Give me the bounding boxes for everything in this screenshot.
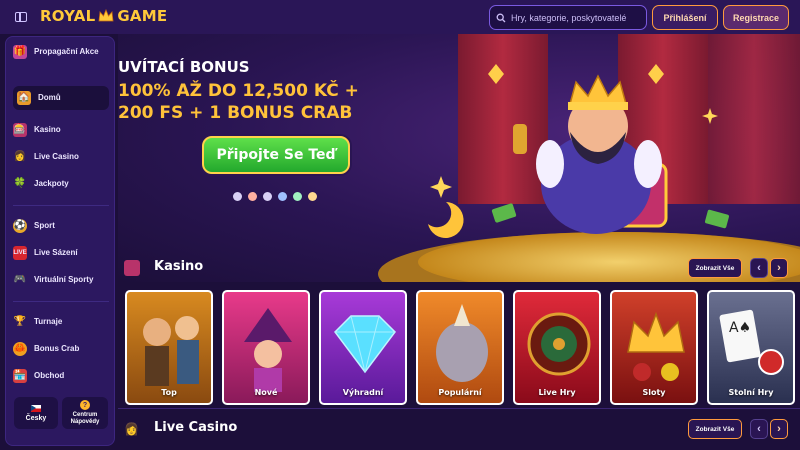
- payment-icon: [248, 192, 257, 201]
- casino-category-cards: Top Nové Výhradní Populární Live Hry Slo…: [125, 290, 800, 406]
- sidebar-item-label: Bonus Crab: [34, 344, 80, 353]
- bonus-title: UVÍTACÍ BONUS: [118, 58, 250, 76]
- sidebar-item-label: Jackpoty: [34, 179, 69, 188]
- payment-icon: [293, 192, 302, 201]
- sidebar-item-label: Domů: [38, 93, 61, 102]
- prev-arrow-button[interactable]: ‹: [750, 419, 768, 439]
- language-selector[interactable]: Česky: [14, 397, 58, 429]
- card-label: Sloty: [642, 388, 666, 397]
- bonus-offer-line-2: 200 FS + 1 BONUS CRAB: [118, 103, 353, 123]
- search-icon: [496, 13, 506, 22]
- card-label: Populární: [438, 388, 482, 397]
- card-label: Nové: [254, 388, 278, 397]
- czech-flag-icon: [31, 404, 41, 412]
- help-icon: ?: [80, 400, 90, 410]
- chevron-left-icon: ‹: [757, 423, 761, 435]
- slot-machine-icon: 🎰: [13, 123, 27, 137]
- dealer-icon: 👩: [124, 422, 139, 436]
- register-button[interactable]: Registrace: [723, 5, 789, 30]
- card-label: Výhradní: [342, 388, 384, 397]
- category-card-live-games[interactable]: Live Hry: [513, 290, 601, 405]
- payment-icon: [263, 192, 272, 201]
- category-card-top[interactable]: Top: [125, 290, 213, 405]
- category-card-exclusive[interactable]: Výhradní: [319, 290, 407, 405]
- sidebar-item-jackpots[interactable]: 🍀 Jackpoty: [13, 177, 109, 191]
- category-card-table-games[interactable]: A♠ Stolní Hry: [707, 290, 795, 405]
- svg-text:A♠: A♠: [729, 320, 751, 336]
- payment-icon: [278, 192, 287, 201]
- show-all-button[interactable]: Zobrazit Vše: [688, 419, 742, 439]
- sidebar-item-label: Virtuální Sporty: [34, 275, 94, 284]
- sidebar-item-sport[interactable]: ⚽ Sport: [13, 219, 109, 233]
- sidebar-toggle-icon[interactable]: [12, 8, 30, 26]
- next-arrow-button[interactable]: ›: [770, 419, 788, 439]
- card-label: Stolní Hry: [728, 388, 774, 397]
- sidebar: 🎁 Propagační Akce 🏠 Domů 🎰 Kasino 👩 Live…: [5, 36, 115, 446]
- sidebar-item-casino[interactable]: 🎰 Kasino: [13, 123, 109, 137]
- card-label: Top: [161, 388, 177, 397]
- chevron-right-icon: ›: [777, 262, 781, 274]
- shop-icon: 🏪: [13, 369, 27, 383]
- logo-text-right: GAME: [117, 7, 168, 25]
- sidebar-item-label: Live Casino: [34, 152, 79, 161]
- chevron-right-icon: ›: [777, 423, 781, 435]
- top-bar: ROYAL GAME Přihlášení Registrace: [0, 0, 800, 34]
- sidebar-item-live-casino[interactable]: 👩 Live Casino: [13, 150, 109, 164]
- sidebar-divider: [13, 301, 109, 302]
- language-label: Česky: [25, 414, 47, 422]
- sidebar-item-shop[interactable]: 🏪 Obchod: [13, 369, 109, 383]
- crown-icon: [98, 9, 114, 22]
- category-card-popular[interactable]: Populární: [416, 290, 504, 405]
- help-center-button[interactable]: ? Centrum Nápovědy: [62, 397, 108, 429]
- sidebar-item-tournaments[interactable]: 🏆 Turnaje: [13, 315, 109, 329]
- logo[interactable]: ROYAL GAME: [40, 7, 167, 25]
- sidebar-item-virtual-sports[interactable]: 🎮 Virtuální Sporty: [13, 273, 109, 287]
- sidebar-divider: [13, 205, 109, 206]
- sidebar-item-label: Kasino: [34, 125, 61, 134]
- join-now-button[interactable]: Připojte Se Teď: [202, 136, 350, 174]
- chevron-left-icon: ‹: [757, 262, 761, 274]
- sidebar-item-label: Sport: [34, 221, 55, 230]
- login-button[interactable]: Přihlášení: [652, 5, 718, 30]
- hero-banner: UVÍTACÍ BONUS 100% AŽ DO 12,500 KČ + 200…: [118, 34, 800, 282]
- search-box[interactable]: [489, 5, 647, 30]
- payment-methods: [233, 192, 317, 201]
- sidebar-item-label: Obchod: [34, 371, 65, 380]
- sidebar-item-label: Live Sázení: [34, 248, 78, 257]
- payment-icon: [233, 192, 242, 201]
- slot-machine-icon: [124, 260, 140, 276]
- category-card-slots[interactable]: Sloty: [610, 290, 698, 405]
- show-all-button[interactable]: Zobrazit Vše: [688, 258, 742, 278]
- home-icon: 🏠: [17, 91, 31, 105]
- section-title: Live Casino: [154, 420, 238, 435]
- category-card-new[interactable]: Nové: [222, 290, 310, 405]
- clover-icon: 🍀: [13, 178, 27, 189]
- sidebar-item-promotions[interactable]: 🎁 Propagační Akce: [13, 45, 109, 59]
- trophy-icon: 🏆: [13, 316, 27, 327]
- payment-icon: [308, 192, 317, 201]
- help-label: Centrum Nápovědy: [70, 412, 100, 425]
- crab-icon: 🦀: [13, 342, 27, 356]
- bonus-offer-line-1: 100% AŽ DO 12,500 KČ +: [118, 81, 359, 101]
- sidebar-item-bonus-crab[interactable]: 🦀 Bonus Crab: [13, 342, 109, 356]
- sidebar-item-label: Propagační Akce: [34, 47, 99, 56]
- prev-arrow-button[interactable]: ‹: [750, 258, 768, 278]
- search-input[interactable]: [511, 12, 636, 23]
- section-divider: [118, 408, 800, 409]
- live-casino-section-header: 👩 Live Casino Zobrazit Vše ‹ ›: [118, 417, 800, 441]
- section-title: Kasino: [154, 259, 204, 274]
- card-label: Live Hry: [538, 388, 576, 397]
- sidebar-item-label: Turnaje: [34, 317, 63, 326]
- sidebar-item-live-betting[interactable]: LIVE Live Sázení: [13, 246, 109, 260]
- casino-section-header: Kasino Zobrazit Vše ‹ ›: [118, 256, 800, 280]
- next-arrow-button[interactable]: ›: [770, 258, 788, 278]
- logo-text-left: ROYAL: [40, 7, 96, 25]
- sidebar-item-home[interactable]: 🏠 Domů: [13, 86, 109, 110]
- ball-icon: ⚽: [13, 219, 27, 233]
- gift-icon: 🎁: [13, 45, 27, 59]
- gamepad-icon: 🎮: [13, 274, 27, 285]
- live-icon: LIVE: [13, 246, 27, 260]
- dealer-icon: 👩: [13, 151, 27, 162]
